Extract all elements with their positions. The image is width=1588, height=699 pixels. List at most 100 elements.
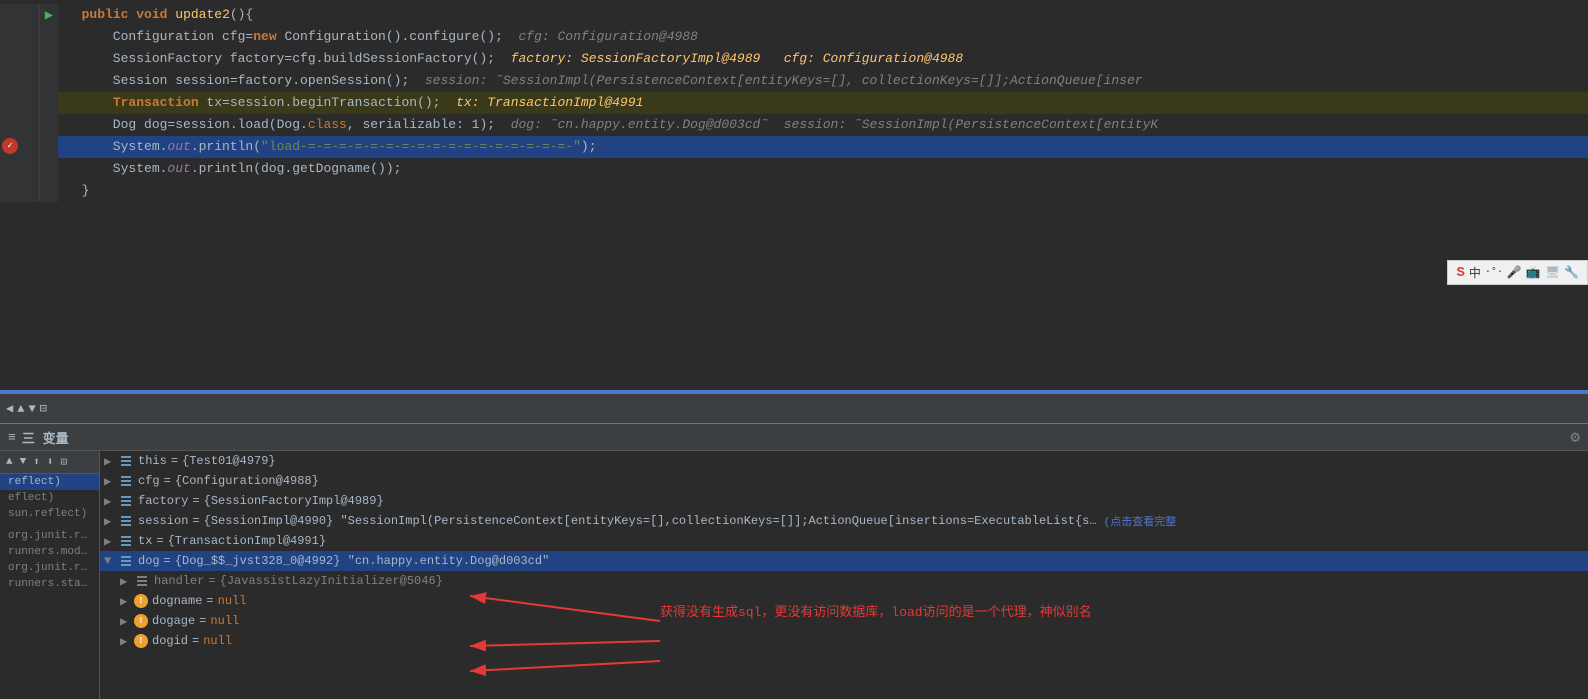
warning-dogid: !: [134, 634, 148, 648]
var-icon-lines-cfg: [121, 476, 131, 486]
var-icon-line-t3: [121, 544, 131, 546]
line-content-9: }: [58, 180, 1588, 202]
var-val-dogid: null: [203, 634, 232, 648]
var-dogid[interactable]: ▶ ! dogid = null: [100, 631, 1588, 651]
expand-handler[interactable]: ▶: [120, 574, 134, 589]
var-eq-session: =: [192, 514, 199, 528]
sogou-tv: 📺: [1526, 265, 1541, 280]
panel-title: 三 变量: [22, 428, 69, 447]
up-icon[interactable]: ▲: [17, 402, 24, 416]
expand-factory[interactable]: ▶: [104, 494, 118, 509]
var-name-dogage: dogage: [152, 614, 195, 628]
var-icon-tx: [118, 534, 134, 548]
var-handler[interactable]: ▶ handler = {JavassistLazyInitializer@50…: [100, 571, 1588, 591]
line-content-1: public void update2(){: [58, 4, 1588, 26]
var-icon-line-cfg2: [121, 480, 131, 482]
expand-cfg[interactable]: ▶: [104, 474, 118, 489]
var-icon-lines-this: [121, 456, 131, 466]
sogou-mic: 🎤: [1507, 265, 1522, 280]
collapse-icon[interactable]: ◀: [6, 401, 13, 416]
line-content-8: System.out.println(dog.getDogname());: [58, 158, 1588, 180]
var-icon-line-d2: [121, 560, 131, 562]
var-eq-handler: =: [208, 574, 215, 588]
variables-header: ≡ 三 变量 ⚙: [0, 424, 1588, 451]
sidebar-btn-3[interactable]: ⬆: [31, 453, 42, 471]
var-dog[interactable]: ▼ dog = {Dog_$$_jvst328_0@4992} "cn.happ…: [100, 551, 1588, 571]
expand-dog[interactable]: ▼: [104, 554, 118, 568]
var-eq-tx: =: [156, 534, 163, 548]
sogou-logo: S: [1456, 265, 1464, 281]
var-name-this: this: [138, 454, 167, 468]
table-icon[interactable]: ⊟: [40, 401, 47, 416]
down-icon[interactable]: ▼: [28, 402, 35, 416]
debug-sidebar: ▲ ▼ ⬆ ⬇ ⊡ reflect) eflect) sun.reflect) …: [0, 451, 100, 699]
sidebar-item-junit2[interactable]: runners.model): [0, 544, 99, 560]
debug-sidebar-toolbar: ▲ ▼ ⬆ ⬇ ⊡: [0, 451, 99, 474]
sidebar-btn-1[interactable]: ▲: [4, 454, 15, 470]
sidebar-item-reflect2[interactable]: eflect): [0, 490, 99, 506]
var-this[interactable]: ▶ this = {Test01@4979}: [100, 451, 1588, 471]
see-full-session[interactable]: (点击查看完整: [1104, 513, 1177, 529]
expand-dogid[interactable]: ▶: [120, 634, 134, 649]
var-icon-lines-factory: [121, 496, 131, 506]
var-dogname[interactable]: ▶ ! dogname = null: [100, 591, 1588, 611]
var-name-session: session: [138, 514, 188, 528]
vars-icon: ≡: [8, 430, 16, 445]
var-eq-dog: =: [164, 554, 171, 568]
line-gutter-4: [0, 70, 40, 92]
expand-tx[interactable]: ▶: [104, 534, 118, 549]
line-gutter-8: [0, 158, 40, 180]
var-icon-factory: [118, 494, 134, 508]
var-session[interactable]: ▶ session = {SessionImpl@4990} "SessionI…: [100, 511, 1588, 531]
expand-dogage[interactable]: ▶: [120, 614, 134, 629]
line-marker-2: [40, 26, 58, 48]
var-eq-dogname: =: [206, 594, 213, 608]
var-tx[interactable]: ▶ tx = {TransactionImpl@4991}: [100, 531, 1588, 551]
sidebar-item-junit3[interactable]: org.junit.runners.mo: [0, 560, 99, 576]
sidebar-item-junit1[interactable]: org.junit.runners.m: [0, 528, 99, 544]
var-dogage[interactable]: ▶ ! dogage = null: [100, 611, 1588, 631]
sidebar-item-sunreflect[interactable]: sun.reflect): [0, 506, 99, 522]
line-content-7: System.out.println("load-=-=-=-=-=-=-=-=…: [58, 136, 1588, 158]
var-icon-line-s3: [121, 524, 131, 526]
code-line-8: System.out.println(dog.getDogname());: [0, 158, 1588, 180]
sidebar-item-reflect[interactable]: reflect): [0, 474, 99, 490]
warning-dogname: !: [134, 594, 148, 608]
var-icon-lines-dog: [121, 556, 131, 566]
debug-section: ◀ ▲ ▼ ⊟ ≡ 三 变量 ⚙ ▲ ▼ ⬆ ⬇ ⊡: [0, 394, 1588, 699]
sidebar-btn-5[interactable]: ⊡: [58, 453, 69, 471]
line-marker-6: [40, 114, 58, 136]
sogou-bar: S 中 ·°· 🎤 📺 🖥 🔧: [1447, 260, 1588, 285]
var-name-dogid: dogid: [152, 634, 188, 648]
expand-session[interactable]: ▶: [104, 514, 118, 529]
expand-dogname[interactable]: ▶: [120, 594, 134, 609]
settings-icon[interactable]: ⚙: [1570, 427, 1580, 447]
var-icon-line-t2: [121, 540, 131, 542]
var-eq-factory: =: [192, 494, 199, 508]
var-icon-lines-tx: [121, 536, 131, 546]
line-gutter-2: [0, 26, 40, 48]
var-factory[interactable]: ▶ factory = {SessionFactoryImpl@4989}: [100, 491, 1588, 511]
var-icon-line-cfg3: [121, 484, 131, 486]
line-gutter-1: [0, 4, 40, 26]
var-icon-line1: [121, 456, 131, 458]
sidebar-btn-4[interactable]: ⬇: [45, 453, 56, 471]
line-content-6: Dog dog=session.load(Dog.class, serializ…: [58, 114, 1588, 136]
variables-panel: ▶ this = {Test01@4979}: [100, 451, 1588, 699]
sidebar-btn-2[interactable]: ▼: [18, 454, 29, 470]
line-marker-1: ▶: [40, 4, 58, 26]
expand-this[interactable]: ▶: [104, 454, 118, 469]
var-name-tx: tx: [138, 534, 152, 548]
var-icon-line-f3: [121, 504, 131, 506]
code-line-5: Transaction tx=session.beginTransaction(…: [0, 92, 1588, 114]
var-val-this: {Test01@4979}: [182, 454, 276, 468]
line-content-2: Configuration cfg=new Configuration().co…: [58, 26, 1588, 48]
var-icon-line-cfg1: [121, 476, 131, 478]
line-gutter-5: [0, 92, 40, 114]
sidebar-item-junit4[interactable]: runners.statemen: [0, 576, 99, 592]
line-gutter-3: [0, 48, 40, 70]
var-val-session: {SessionImpl@4990} "SessionImpl(Persiste…: [204, 514, 1104, 528]
line-marker-8: [40, 158, 58, 180]
var-icon-line-d1: [121, 556, 131, 558]
var-cfg[interactable]: ▶ cfg = {Configuration@4988}: [100, 471, 1588, 491]
